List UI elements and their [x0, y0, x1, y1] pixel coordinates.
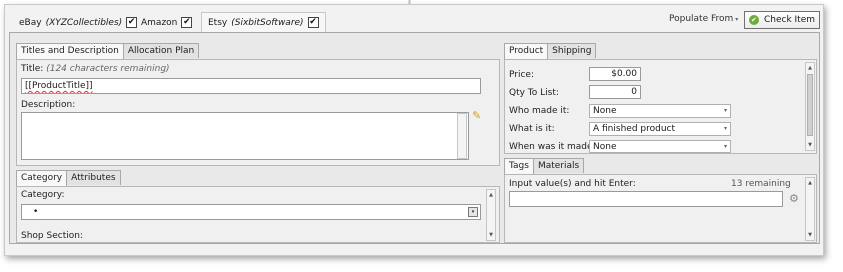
who-made-value: None [593, 106, 617, 116]
tags-panel: Input value(s) and hit Enter: 13 remaini… [504, 174, 817, 243]
product-scrollbar[interactable]: ▲ ▼ [805, 62, 815, 151]
scroll-down-icon[interactable]: ▼ [487, 231, 495, 239]
amazon-checkbox[interactable]: ✔ [181, 17, 193, 28]
when-made-value: None [593, 142, 617, 152]
tab-tags[interactable]: Tags [504, 158, 534, 174]
category-tabs: Category Attributes [16, 170, 121, 186]
ebay-account: (XYZCollectibles) [45, 17, 123, 28]
description-textarea[interactable] [21, 112, 469, 160]
when-made-label: When was it made: [509, 142, 596, 152]
chevron-down-icon: ▾ [723, 107, 727, 114]
listing-editor-window: eBay (XYZCollectibles) ✔ Amazon ✔ Etsy (… [4, 4, 824, 256]
category-label: Category: [21, 190, 65, 200]
scroll-up-icon[interactable]: ▲ [487, 191, 495, 199]
title-chars-remaining: (124 characters remaining) [46, 64, 170, 74]
qty-label: Qty To List: [509, 88, 559, 98]
titles-panel: Title: (124 characters remaining) [[Prod… [16, 59, 500, 166]
category-panel: Category: • ▾ ▲ ▼ Shop Section: [16, 186, 500, 243]
when-made-select[interactable]: None ▾ [589, 140, 731, 153]
tags-input-label: Input value(s) and hit Enter: [509, 179, 636, 189]
tags-tabs: Tags Materials [504, 158, 585, 174]
scroll-down-icon[interactable]: ▼ [806, 231, 814, 239]
etsy-account: (SixbitSoftware) [231, 17, 304, 28]
check-item-button[interactable]: ✔ Check Item [744, 11, 820, 29]
chevron-down-icon: ▾ [471, 209, 475, 215]
tags-remaining: 13 remaining [731, 179, 791, 189]
chevron-down-icon: ▾ [735, 15, 739, 23]
qty-input[interactable]: 0 [589, 85, 641, 99]
tab-attributes[interactable]: Attributes [66, 170, 121, 185]
ebay-label: eBay [19, 17, 42, 28]
marketplace-tab-etsy[interactable]: Etsy (SixbitSoftware) ✔ [201, 12, 326, 32]
marketplace-tab-ebay[interactable]: eBay (XYZCollectibles) ✔ [13, 13, 143, 32]
description-label: Description: [21, 100, 76, 110]
etsy-checkbox[interactable]: ✔ [307, 17, 319, 28]
populate-from-label: Populate From [669, 14, 734, 24]
what-is-select[interactable]: A finished product ▾ [589, 122, 731, 136]
product-scroll-thumb[interactable] [807, 74, 813, 136]
scroll-up-icon[interactable]: ▲ [806, 64, 814, 72]
what-is-label: What is it: [509, 124, 555, 134]
scroll-up-icon[interactable]: ▲ [806, 179, 814, 187]
pencil-icon[interactable]: ✎ [472, 110, 482, 122]
tab-titles-and-description[interactable]: Titles and Description [16, 43, 124, 59]
amazon-label: Amazon [141, 17, 178, 28]
what-is-value: A finished product [593, 124, 676, 134]
tab-product[interactable]: Product [504, 43, 549, 59]
tab-allocation-plan[interactable]: Allocation Plan [122, 43, 200, 58]
marketplace-tab-amazon[interactable]: Amazon ✔ [135, 13, 198, 32]
check-icon: ✔ [183, 17, 191, 27]
check-icon: ✔ [309, 17, 317, 27]
category-value: • [33, 207, 39, 217]
tab-category[interactable]: Category [16, 170, 68, 186]
product-tabs: Product Shipping [504, 43, 597, 59]
listing-content: Titles and Description Allocation Plan T… [9, 32, 820, 244]
price-input[interactable]: $0.00 [589, 67, 641, 81]
titles-tabs: Titles and Description Allocation Plan [16, 43, 200, 59]
check-circle-icon: ✔ [748, 15, 759, 25]
chevron-down-icon: ▾ [723, 125, 727, 132]
category-dropdown-button[interactable]: ▾ [468, 207, 478, 217]
check-item-label: Check Item [763, 15, 816, 25]
tab-materials[interactable]: Materials [532, 158, 585, 173]
title-input[interactable]: [[ProductTitle]] [21, 78, 481, 94]
title-label-row: Title: (124 characters remaining) [21, 64, 170, 74]
product-panel: Price: $0.00 Qty To List: 0 Who made it:… [504, 59, 817, 154]
description-scrollbar[interactable] [457, 113, 467, 159]
title-label: Title: [21, 64, 44, 74]
category-scrollbar[interactable]: ▲ ▼ [486, 189, 496, 241]
price-label: Price: [509, 70, 534, 80]
scroll-down-icon[interactable]: ▼ [806, 141, 814, 149]
gear-icon[interactable]: ⚙ [789, 193, 800, 204]
shop-section-label: Shop Section: [21, 231, 83, 241]
tags-input[interactable] [509, 191, 783, 207]
etsy-label: Etsy [208, 17, 228, 28]
chevron-down-icon: ▾ [723, 143, 727, 150]
who-made-select[interactable]: None ▾ [589, 104, 731, 118]
tab-shipping[interactable]: Shipping [547, 43, 597, 58]
who-made-label: Who made it: [509, 106, 570, 116]
marketplace-bar: eBay (XYZCollectibles) ✔ Amazon ✔ Etsy (… [5, 5, 823, 32]
category-combo[interactable]: • [21, 204, 481, 220]
populate-from-dropdown[interactable]: Populate From ▾ [669, 14, 738, 24]
title-value: [[ProductTitle]] [25, 81, 93, 91]
tags-scrollbar[interactable]: ▲ ▼ [805, 177, 815, 241]
